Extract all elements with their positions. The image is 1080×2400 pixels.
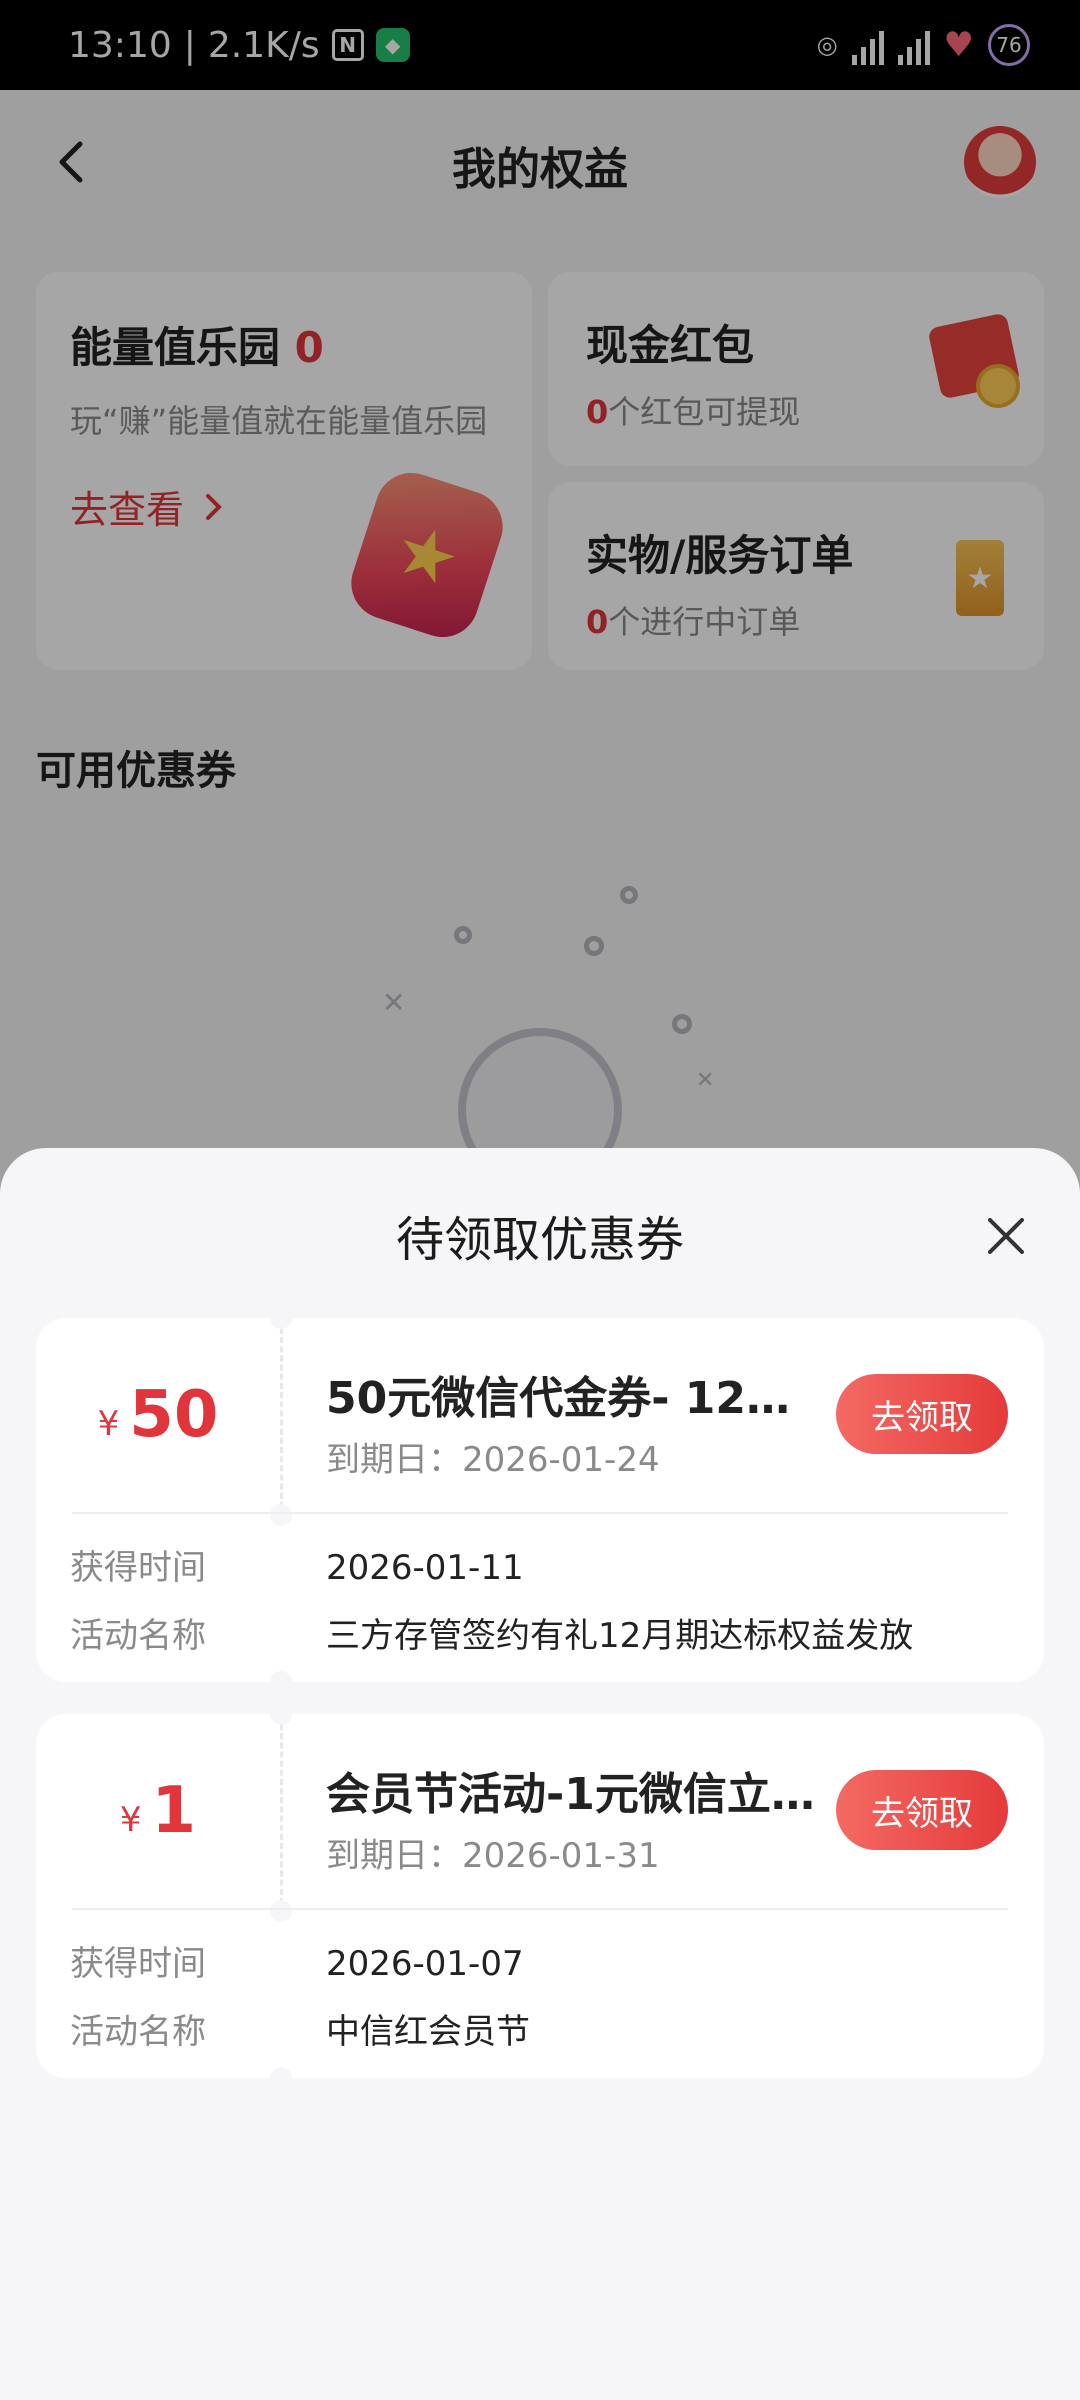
pending-coupons-sheet: 待领取优惠券 ¥ 50 50元微信代金券- 12月... 到期日：2026-01… (0, 1148, 1080, 2400)
coupon-value: 1 (151, 1774, 197, 1848)
activity-label: 活动名称 (70, 1616, 206, 1656)
coupon-notch (270, 1504, 292, 1526)
coupon-amount: ¥ 1 (36, 1714, 280, 1908)
coupon-name: 会员节活动-1元微信立... (326, 1769, 816, 1820)
coupon-activity-row: 活动名称 三方存管签约有礼12月期达标权益发放 (70, 1608, 913, 1657)
coupon-notch (270, 1900, 292, 1922)
coupon-activity-row: 活动名称 中信红会员节 (70, 2004, 530, 2053)
obtained-value: 2026-01-07 (326, 1944, 524, 1984)
obtained-value: 2026-01-11 (326, 1548, 524, 1588)
coupon-currency: ¥ (97, 1404, 120, 1444)
coupon-obtained-row: 获得时间 2026-01-07 (70, 1936, 524, 1985)
coupon-currency: ¥ (119, 1800, 142, 1840)
coupon-divider (280, 1724, 283, 1904)
obtained-label: 获得时间 (70, 1944, 206, 1984)
coupon-notch (270, 2067, 292, 2078)
claim-button[interactable]: 去领取 (836, 1770, 1008, 1850)
activity-value: 三方存管签约有礼12月期达标权益发放 (326, 1616, 914, 1656)
coupon-separator (72, 1512, 1008, 1514)
activity-value: 中信红会员节 (326, 2012, 530, 2052)
coupon-expire: 到期日：2026-01-31 (326, 1836, 660, 1876)
coupon-name: 50元微信代金券- 12月... (326, 1373, 816, 1424)
coupon-card: ¥ 50 50元微信代金券- 12月... 到期日：2026-01-24 去领取… (36, 1318, 1044, 1682)
activity-label: 活动名称 (70, 2012, 206, 2052)
coupon-obtained-row: 获得时间 2026-01-11 (70, 1540, 524, 1589)
coupon-notch (270, 1671, 292, 1682)
coupon-amount: ¥ 50 (36, 1318, 280, 1512)
sheet-title: 待领取优惠券 (395, 1212, 684, 1268)
obtained-label: 获得时间 (70, 1548, 206, 1588)
claim-button[interactable]: 去领取 (836, 1374, 1008, 1454)
coupon-expire: 到期日：2026-01-24 (326, 1440, 660, 1480)
coupon-card: ¥ 1 会员节活动-1元微信立... 到期日：2026-01-31 去领取 获得… (36, 1714, 1044, 2078)
close-icon[interactable] (984, 1214, 1028, 1258)
coupon-separator (72, 1908, 1008, 1910)
coupon-value: 50 (129, 1378, 219, 1452)
coupon-divider (280, 1328, 283, 1508)
screen: 13:10 | 2.1K/s N ◆ ◎ ♥ 76 我的权益 能量值乐园 0 玩… (0, 0, 1080, 2400)
